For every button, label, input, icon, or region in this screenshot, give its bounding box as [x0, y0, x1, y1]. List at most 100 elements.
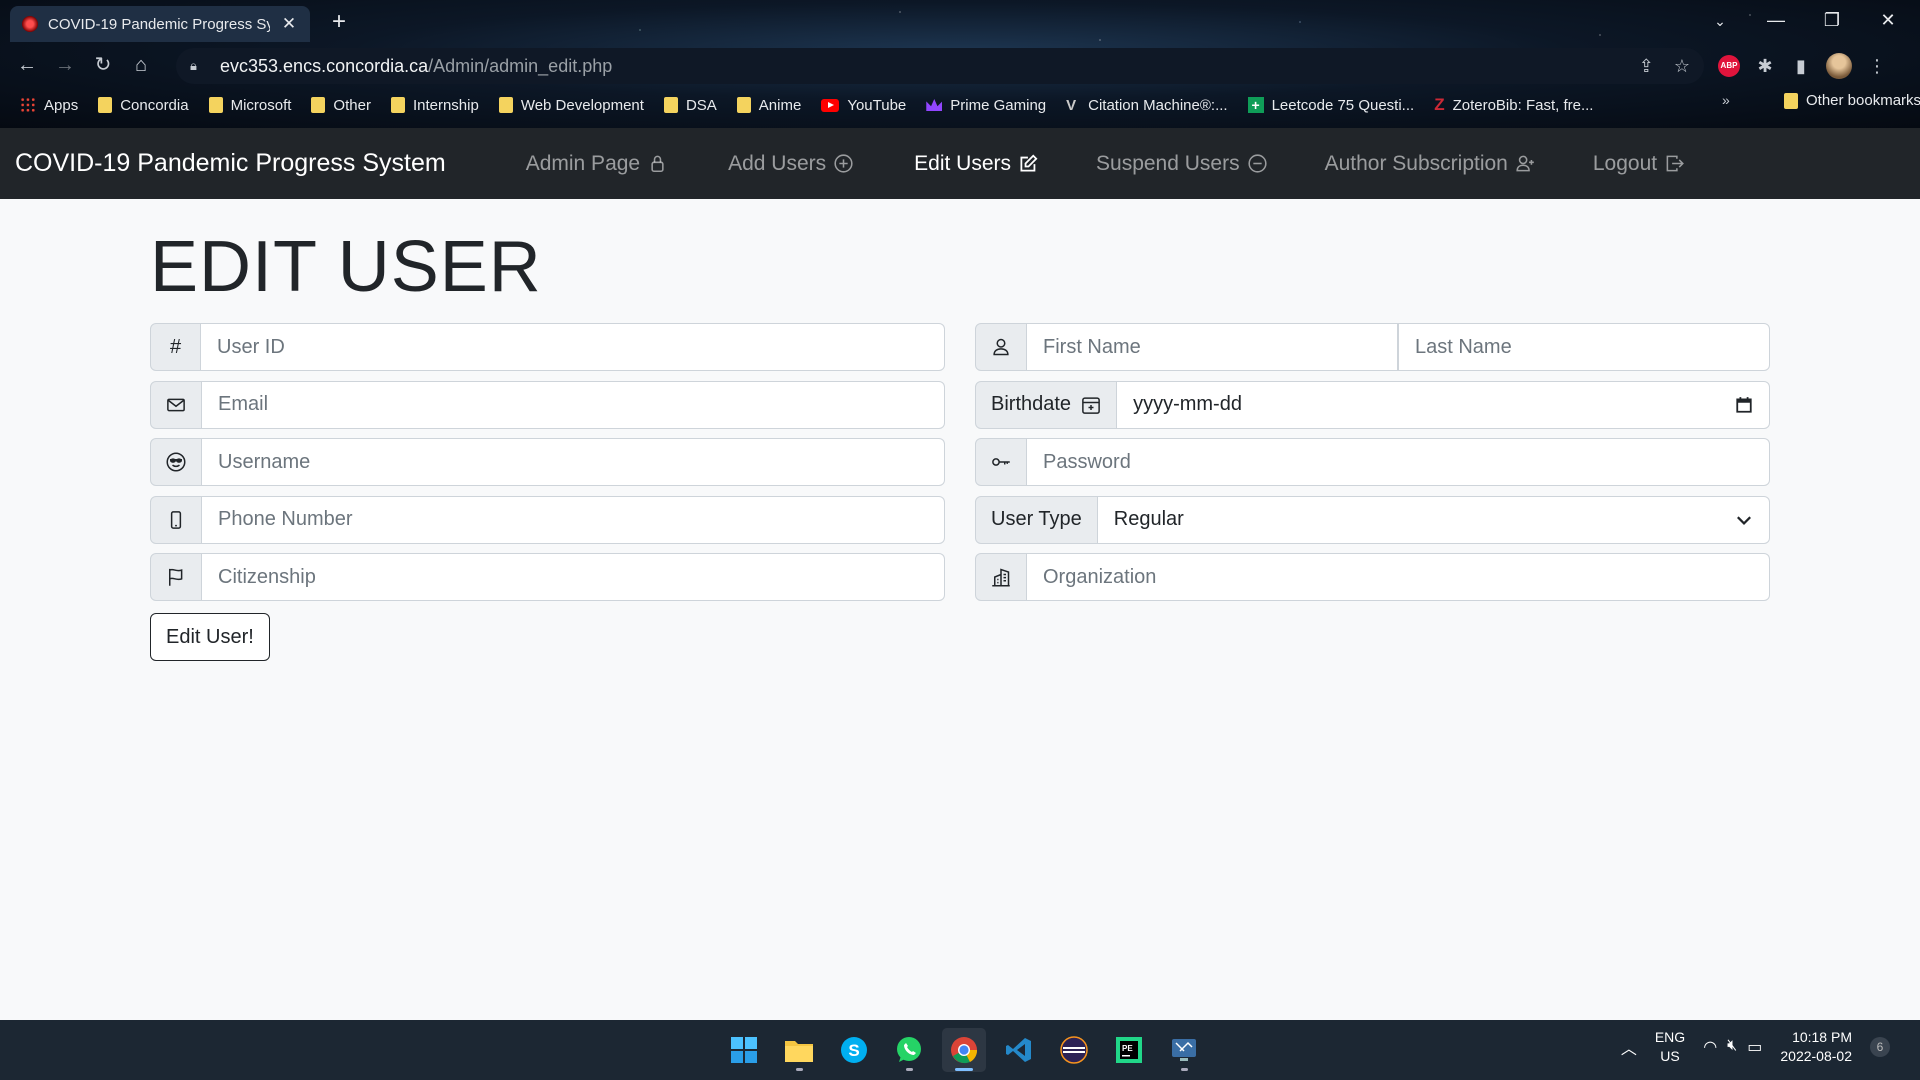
calendar-plus-icon: [1082, 396, 1100, 414]
file-explorer-button[interactable]: [777, 1028, 821, 1072]
vscode-button[interactable]: [997, 1028, 1041, 1072]
restore-icon[interactable]: ❐: [1804, 4, 1860, 36]
edit-user-submit-button[interactable]: Edit User!: [150, 613, 270, 661]
tab-close-icon[interactable]: ✕: [280, 14, 298, 34]
bookmark-prime-gaming[interactable]: Prime Gaming: [926, 97, 1046, 114]
folder-icon: [390, 97, 405, 113]
new-tab-icon[interactable]: +: [325, 8, 353, 36]
user-id-input[interactable]: User ID: [201, 323, 945, 371]
back-arrow-icon[interactable]: ←: [8, 46, 46, 84]
bookmark-youtube[interactable]: YouTube: [821, 97, 906, 114]
clock[interactable]: 10:18 PM 2022-08-02: [1780, 1028, 1852, 1066]
bookmark-web-development[interactable]: Web Development: [498, 97, 644, 114]
nav-suspend-users[interactable]: Suspend Users: [1096, 152, 1267, 176]
remote-desktop-button[interactable]: [1162, 1028, 1206, 1072]
username-input[interactable]: Username: [202, 438, 945, 486]
bookmark-anime[interactable]: Anime: [736, 97, 801, 114]
user-type-value: Regular: [1113, 508, 1184, 530]
citizenship-input[interactable]: Citizenship: [202, 553, 945, 601]
bookmarks-bar: Apps Concordia Microsoft Other Internshi…: [0, 92, 1920, 118]
browser-tab[interactable]: COVID-19 Pandemic Progress Sy ✕: [10, 6, 310, 42]
nav-edit-users[interactable]: Edit Users: [914, 152, 1038, 176]
nav-link-label: Logout: [1592, 151, 1658, 175]
nav-link-label: Edit Users: [914, 151, 1012, 175]
bookmark-label: Concordia: [120, 96, 189, 114]
navbar-brand[interactable]: COVID-19 Pandemic Progress System: [15, 149, 446, 178]
nav-admin-page[interactable]: Admin Page: [526, 152, 667, 176]
dash-circle-icon: [1248, 154, 1267, 173]
chrome-button[interactable]: [942, 1028, 986, 1072]
person-icon: [993, 338, 1009, 356]
minimize-icon[interactable]: —: [1748, 4, 1804, 36]
pycharm-button[interactable]: PE: [1107, 1028, 1151, 1072]
email-input[interactable]: Email: [202, 380, 945, 429]
bookmark-star-icon[interactable]: ☆: [1674, 56, 1690, 77]
envelope-icon: [167, 398, 185, 411]
wifi-icon: ◠: [1703, 1039, 1718, 1056]
person-plus-icon: [1516, 155, 1534, 172]
last-name-input[interactable]: Last Name: [1398, 323, 1770, 371]
bookmark-zoterobib[interactable]: Z ZoteroBib: Fast, fre...: [1434, 95, 1593, 115]
bookmark-dsa[interactable]: DSA: [663, 97, 717, 114]
share-icon[interactable]: ⇪: [1639, 56, 1654, 77]
input-language[interactable]: ENG US: [1655, 1028, 1685, 1066]
organization-input[interactable]: Organization: [1027, 553, 1770, 601]
nav-author-subscription[interactable]: Author Subscription: [1325, 152, 1535, 176]
reload-icon[interactable]: ↻: [84, 46, 122, 84]
bookmark-other-bookmarks[interactable]: Other bookmarks: [1784, 92, 1920, 109]
phone-input[interactable]: Phone Number: [202, 495, 945, 544]
url-host: evc353.encs.concordia.ca: [220, 55, 429, 76]
forward-arrow-icon[interactable]: →: [46, 46, 84, 84]
logout-icon: [1666, 155, 1685, 172]
running-indicator: [795, 1068, 803, 1071]
tab-strip: COVID-19 Pandemic Progress Sy ✕ + ⌄ — ❐ …: [0, 0, 1920, 42]
adblock-plus-icon[interactable]: ABP: [1718, 55, 1740, 77]
whatsapp-button[interactable]: [887, 1028, 931, 1072]
tab-search-chevron-icon[interactable]: ⌄: [1700, 6, 1740, 36]
birthdate-input[interactable]: yyyy-mm-dd: [1117, 380, 1770, 429]
bookmark-internship[interactable]: Internship: [390, 97, 479, 114]
taskbar-apps: S PE: [722, 1028, 1206, 1072]
extensions-puzzle-icon[interactable]: ✱: [1754, 56, 1776, 77]
browser-toolbar: ← → ↻ ⌂ 🔒︎ evc353.encs.concordia.ca/Admi…: [0, 46, 1920, 84]
nav-logout[interactable]: Logout: [1592, 151, 1685, 176]
bookmark-label: Citation Machine®:...: [1088, 96, 1228, 114]
bookmark-other[interactable]: Other: [311, 97, 371, 114]
remote-desktop-icon: [1172, 1039, 1196, 1061]
skype-button[interactable]: S: [832, 1028, 876, 1072]
flag-icon: [169, 568, 183, 586]
bookmark-citation-machine[interactable]: V Citation Machine®:...: [1066, 97, 1227, 114]
bookmark-label: Other: [333, 96, 371, 114]
svg-text:PE: PE: [1122, 1044, 1133, 1053]
calendar-picker-icon[interactable]: [1735, 396, 1753, 414]
eclipse-button[interactable]: [1052, 1028, 1096, 1072]
address-bar[interactable]: 🔒︎ evc353.encs.concordia.ca/Admin/admin_…: [176, 48, 1704, 84]
bookmark-concordia[interactable]: Concordia: [98, 96, 189, 114]
first-name-input[interactable]: First Name: [1027, 323, 1398, 371]
nav-add-users[interactable]: Add Users: [728, 152, 853, 176]
menu-kebab-icon[interactable]: ⋮: [1866, 56, 1888, 77]
more-bookmarks-chevron-icon[interactable]: »: [1722, 92, 1730, 108]
home-icon[interactable]: ⌂: [122, 46, 160, 84]
bookmark-microsoft[interactable]: Microsoft: [208, 97, 291, 114]
sunglasses-smiley-icon: [166, 452, 186, 472]
bookmark-leetcode[interactable]: + Leetcode 75 Questi...: [1247, 97, 1414, 114]
tray-overflow-chevron-icon[interactable]: ︿: [1621, 1035, 1637, 1059]
password-input[interactable]: Password: [1027, 438, 1770, 486]
network-quick-settings[interactable]: ◠ 🔇︎ ▭: [1703, 1037, 1762, 1057]
side-panel-icon[interactable]: ▮: [1790, 56, 1812, 77]
bookmark-apps[interactable]: Apps: [20, 97, 78, 114]
name-group: First Name Last Name: [975, 323, 1770, 371]
nav-links: Admin Page Add Users Edit Users Suspend …: [526, 151, 1685, 176]
notification-badge[interactable]: 6: [1870, 1037, 1890, 1057]
phone-icon: [170, 510, 182, 529]
site-favicon-icon: [22, 16, 38, 32]
start-button[interactable]: [722, 1028, 766, 1072]
close-window-icon[interactable]: ✕: [1860, 4, 1916, 36]
profile-avatar[interactable]: [1826, 53, 1852, 79]
eclipse-icon: [1060, 1036, 1088, 1064]
user-type-select[interactable]: Regular: [1097, 495, 1770, 544]
clock-date: 2022-08-02: [1780, 1048, 1852, 1064]
plus-circle-icon: [834, 154, 853, 173]
running-indicator: [955, 1068, 973, 1071]
